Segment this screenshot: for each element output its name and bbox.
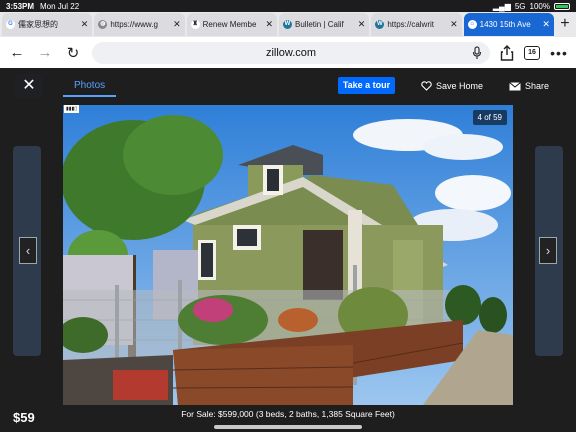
take-tour-button[interactable]: Take a tour xyxy=(338,77,395,94)
close-icon[interactable]: ✕ xyxy=(173,19,181,30)
tab-3[interactable]: ♜ Renew Membe ✕ xyxy=(186,13,277,36)
close-icon[interactable]: ✕ xyxy=(542,19,550,30)
signal-icon: ▂▄▆ xyxy=(492,1,511,11)
share-button[interactable]: Share xyxy=(509,78,549,94)
zillow-icon: ⌂ xyxy=(467,20,477,29)
save-home-label: Save Home xyxy=(436,81,484,91)
tab-count-button[interactable]: 16 xyxy=(524,45,540,60)
tab-title: Bulletin | Calif xyxy=(294,20,344,29)
wordpress-icon: W xyxy=(375,20,385,29)
new-tab-button[interactable]: + xyxy=(556,13,574,37)
more-menu-icon[interactable]: ••• xyxy=(550,44,568,62)
photographer-logo: ▮▮▮▯ xyxy=(64,105,80,113)
house-photo-illustration xyxy=(63,105,513,405)
photo-modal-header: ✕ Photos Take a tour Save Home Share xyxy=(0,68,576,102)
globe-icon: ◍ xyxy=(98,20,108,29)
forward-button[interactable]: → xyxy=(36,44,54,62)
ipad-screen: 3:53PM Mon Jul 22 ▂▄▆ 5G 100% G 儒家思想的 ✕ … xyxy=(0,0,576,432)
tab-title: 1430 15th Ave xyxy=(479,20,531,29)
network-label: 5G xyxy=(514,1,526,11)
tab-5[interactable]: W https://calwrit ✕ xyxy=(371,13,462,36)
close-icon[interactable]: ✕ xyxy=(450,19,458,30)
listing-photo: ▮▮▮▯ 4 of 59 xyxy=(63,105,513,405)
share-label: Share xyxy=(525,81,550,91)
next-photo-button[interactable]: › xyxy=(539,237,557,264)
wordpress-icon: W xyxy=(282,20,292,29)
close-icon[interactable]: ✕ xyxy=(265,19,273,30)
reload-button[interactable]: ↻ xyxy=(64,44,82,62)
status-bar: 3:53PM Mon Jul 22 ▂▄▆ 5G 100% xyxy=(0,0,576,12)
tab-2[interactable]: ◍ https://www.g ✕ xyxy=(94,13,185,36)
home-indicator[interactable] xyxy=(214,425,362,429)
crest-icon: ♜ xyxy=(190,20,200,29)
tab-strip: G 儒家思想的 ✕ ◍ https://www.g ✕ ♜ Renew Memb… xyxy=(0,12,576,37)
share-icon[interactable] xyxy=(500,44,514,61)
close-modal-button[interactable]: ✕ xyxy=(15,74,43,98)
close-icon[interactable]: ✕ xyxy=(358,19,366,30)
mail-icon xyxy=(509,81,521,90)
tab-6-active[interactable]: ⌂ 1430 15th Ave ✕ xyxy=(463,13,554,36)
tab-title: https://www.g xyxy=(110,20,158,29)
back-button[interactable]: ← xyxy=(8,44,26,62)
close-icon[interactable]: ✕ xyxy=(81,19,89,30)
status-date: Mon Jul 22 xyxy=(40,1,80,11)
google-icon: G xyxy=(6,20,15,29)
photo-caption: For Sale: $599,000 (3 beds, 2 baths, 1,3… xyxy=(181,409,395,419)
microphone-icon[interactable] xyxy=(472,45,482,60)
status-time: 3:53PM xyxy=(6,1,35,11)
tab-title: https://calwrit xyxy=(387,20,434,29)
battery-icon xyxy=(554,2,570,10)
photo-counter: 4 of 59 xyxy=(472,110,507,125)
tab-photos[interactable]: Photos xyxy=(63,77,117,97)
tab-4[interactable]: W Bulletin | Calif ✕ xyxy=(278,13,370,36)
tab-title: Renew Membe xyxy=(202,20,257,29)
save-home-button[interactable]: Save Home xyxy=(421,78,483,94)
status-indicators: ▂▄▆ 5G 100% xyxy=(493,2,570,11)
tab-title: 儒家思想的 xyxy=(18,20,58,29)
tab-1[interactable]: G 儒家思想的 ✕ xyxy=(2,13,93,36)
browser-toolbar: ← → ↻ zillow.com 16 ••• xyxy=(0,37,576,68)
address-bar[interactable]: zillow.com xyxy=(92,41,490,64)
heart-icon xyxy=(421,81,432,91)
previous-photo-button[interactable]: ‹ xyxy=(19,237,37,264)
battery-percent: 100% xyxy=(529,1,550,11)
url-text: zillow.com xyxy=(265,46,317,59)
